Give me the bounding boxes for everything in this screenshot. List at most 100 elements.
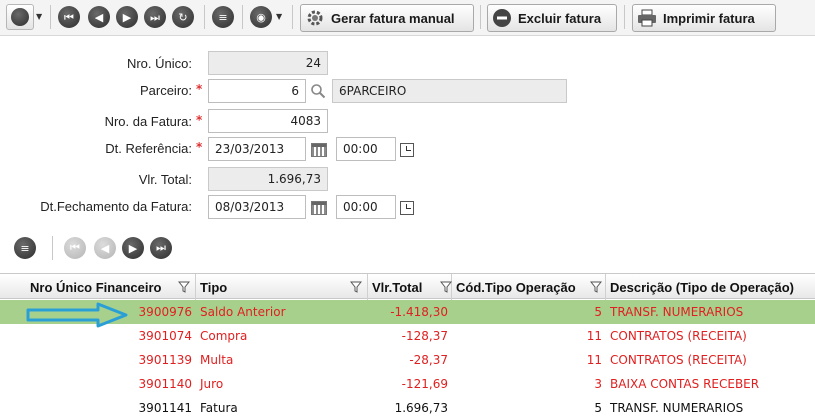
table-cell-desc: CONTRATOS (RECEITA) — [610, 353, 747, 367]
table-cell-vlr: -128,37 — [401, 329, 448, 343]
list-icon: ≡ — [218, 10, 228, 24]
options-menu-button[interactable]: ◉ — [250, 6, 272, 28]
nav-divider — [52, 236, 53, 260]
clock-icon[interactable] — [400, 201, 414, 215]
gerar-fatura-manual-button[interactable]: Gerar fatura manual — [300, 4, 474, 32]
grid-last-button[interactable]: ⏭ — [150, 237, 172, 259]
dt-fechamento-time-field[interactable]: 00:00 — [336, 195, 396, 219]
toolbar-divider — [480, 5, 481, 29]
toolbar-divider — [242, 5, 243, 29]
table-cell-nro: 3901139 — [138, 353, 192, 367]
list-view-button[interactable]: ≡ — [212, 6, 234, 28]
excluir-fatura-label: Excluir fatura — [518, 10, 602, 26]
search-icon[interactable] — [310, 83, 326, 99]
table-cell-desc: TRANSF. NUMERARIOS — [610, 305, 744, 319]
filter-icon[interactable] — [590, 281, 602, 293]
clock-icon[interactable] — [400, 143, 414, 157]
required-marker: * — [196, 82, 203, 96]
table-row[interactable]: 3901139 Multa -28,37 11 CONTRATOS (RECEITA) — [0, 348, 815, 372]
table-cell-tipo: Juro — [200, 377, 224, 391]
vlr-total-field: 1.696,73 — [208, 167, 328, 191]
dt-referencia-label: Dt. Referência: — [105, 141, 192, 156]
toolbar-divider — [50, 5, 51, 29]
first-icon: ⏮ — [64, 10, 74, 24]
previous-icon: ◀ — [100, 241, 110, 255]
minus-circle-icon — [492, 8, 512, 28]
table-cell-vlr: -1.418,30 — [390, 305, 448, 319]
table-cell-desc: CONTRATOS (RECEITA) — [610, 329, 747, 343]
grid-menu-button[interactable] — [6, 4, 34, 30]
next-record-button[interactable]: ▶ — [116, 6, 138, 28]
table-cell-tipo: Compra — [200, 329, 248, 343]
required-marker: * — [196, 140, 203, 154]
first-icon: ⏮ — [70, 241, 80, 254]
table-cell-vlr: -28,37 — [409, 353, 448, 367]
grid-header: Nro Único Financeiro Tipo Vlr.Total Cód.… — [0, 273, 815, 300]
filter-icon[interactable] — [350, 281, 362, 293]
table-cell-tipo: Multa — [200, 353, 234, 367]
gerar-fatura-manual-label: Gerar fatura manual — [331, 10, 455, 26]
nro-fatura-label: Nro. da Fatura: — [104, 114, 192, 129]
imprimir-fatura-label: Imprimir fatura — [663, 10, 755, 26]
toolbar-divider — [204, 5, 205, 29]
table-cell-nro: 3901140 — [138, 377, 192, 391]
gear-icon — [305, 8, 325, 28]
toolbar: ▼ ⏮ ◀ ▶ ⏭ ↻ ≡ ◉ ▼ Gerar fatura manual Ex… — [0, 0, 815, 36]
col-nro-unico-financeiro[interactable]: Nro Único Financeiro — [0, 274, 196, 300]
chevron-down-icon[interactable]: ▼ — [276, 12, 282, 21]
previous-record-button[interactable]: ◀ — [88, 6, 110, 28]
col-tipo[interactable]: Tipo — [196, 274, 368, 300]
dt-fechamento-date-field[interactable]: 08/03/2013 — [208, 195, 306, 219]
toolbar-divider — [292, 5, 293, 29]
last-icon: ⏭ — [150, 10, 160, 24]
col-cod-tipo-operacao[interactable]: Cód.Tipo Operação — [452, 274, 606, 300]
parceiro-code-field[interactable]: 6 — [208, 79, 306, 103]
nro-unico-label: Nro. Único: — [126, 56, 192, 71]
table-row[interactable]: 3901140 Juro -121,69 3 BAIXA CONTAS RECEBER — [0, 372, 815, 396]
grid-previous-button[interactable]: ◀ — [94, 237, 116, 259]
nro-unico-field: 24 — [208, 51, 328, 75]
dt-fechamento-label: Dt.Fechamento da Fatura: — [40, 199, 192, 214]
toolbar-divider — [624, 5, 625, 29]
filter-icon[interactable] — [178, 281, 190, 293]
table-cell-desc: TRANSF. NUMERARIOS — [610, 401, 744, 415]
table-cell-cod: 5 — [594, 305, 602, 319]
table-cell-vlr: -121,69 — [401, 377, 448, 391]
calendar-icon[interactable] — [311, 201, 327, 215]
parceiro-label: Parceiro: — [139, 83, 192, 98]
grid-options-button[interactable]: ≡ — [14, 237, 36, 259]
required-marker: * — [196, 113, 203, 127]
refresh-button[interactable]: ↻ — [172, 6, 194, 28]
table-cell-cod: 11 — [586, 353, 602, 367]
dt-referencia-time-field[interactable]: 00:00 — [336, 137, 396, 161]
printer-icon — [637, 8, 657, 28]
vlr-total-label: Vlr. Total: — [138, 172, 192, 187]
calendar-icon[interactable] — [311, 143, 327, 157]
table-row[interactable]: 3901141 Fatura 1.696,73 5 TRANSF. NUMERARIOS — [0, 396, 815, 417]
col-descricao[interactable]: Descrição (Tipo de Operação) — [606, 274, 815, 300]
last-icon: ⏭ — [156, 241, 166, 254]
dt-referencia-date-field[interactable]: 23/03/2013 — [208, 137, 306, 161]
filter-icon[interactable] — [440, 281, 452, 293]
table-cell-cod: 11 — [586, 329, 602, 343]
next-icon: ▶ — [122, 10, 132, 24]
table-cell-tipo: Fatura — [200, 401, 238, 415]
nro-fatura-field[interactable]: 4083 — [208, 109, 328, 133]
options-icon: ◉ — [256, 10, 266, 24]
imprimir-fatura-button[interactable]: Imprimir fatura — [632, 4, 776, 32]
refresh-icon: ↻ — [178, 10, 188, 24]
table-cell-vlr: 1.696,73 — [394, 401, 448, 415]
grid-icon — [11, 8, 29, 26]
chevron-down-icon[interactable]: ▼ — [36, 12, 42, 21]
annotation-arrow — [26, 302, 128, 328]
table-cell-cod: 5 — [594, 401, 602, 415]
grid-next-button[interactable]: ▶ — [122, 237, 144, 259]
table-cell-tipo: Saldo Anterior — [200, 305, 286, 319]
previous-icon: ◀ — [94, 10, 104, 24]
first-record-button[interactable]: ⏮ — [58, 6, 80, 28]
table-cell-nro: 3901141 — [138, 401, 192, 415]
last-record-button[interactable]: ⏭ — [144, 6, 166, 28]
table-cell-cod: 3 — [594, 377, 602, 391]
excluir-fatura-button[interactable]: Excluir fatura — [487, 4, 617, 32]
grid-first-button[interactable]: ⏮ — [64, 237, 86, 259]
